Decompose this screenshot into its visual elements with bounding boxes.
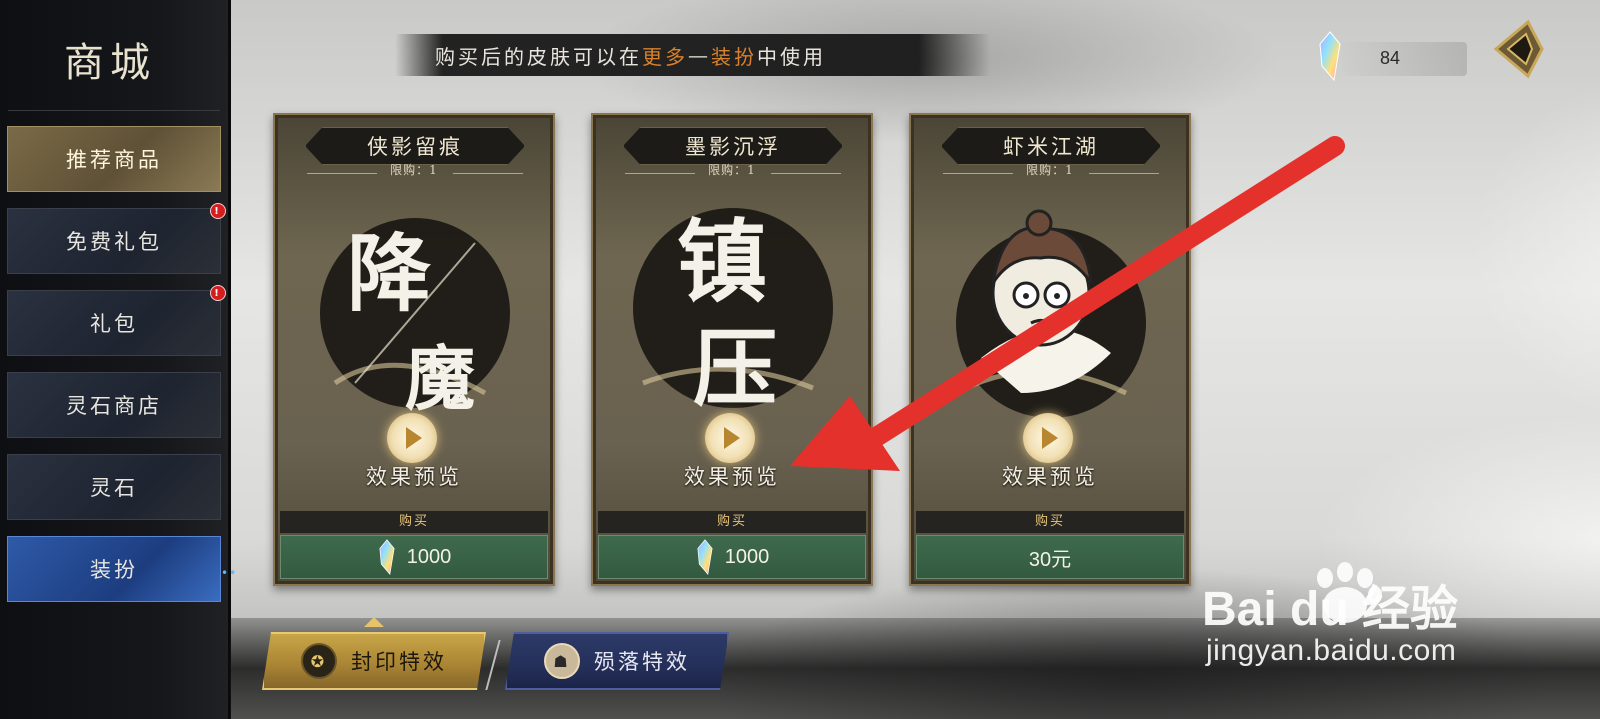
nav-item-label: 免费礼包 xyxy=(66,230,162,254)
tab-fallen-effect[interactable]: ☗ 殒落特效 xyxy=(505,632,729,690)
banner-highlight-costume: 装扮 xyxy=(711,44,757,69)
skin-art-descend-demon: 降 魔 xyxy=(320,218,510,420)
seal-icon: ✪ xyxy=(301,643,337,679)
sidebar: 商城 推荐商品 免费礼包 ! 礼包 ! 灵石商店 灵石 装扮 •• xyxy=(0,0,236,719)
spirit-stone-icon xyxy=(379,539,395,575)
card-title: 虾米江湖 xyxy=(941,127,1161,165)
play-preview-button[interactable] xyxy=(705,413,755,463)
shop-title: 商城 xyxy=(64,40,156,86)
skin-card: 侠影留痕 限购：1 降 魔 效果预览 购买 1000 xyxy=(273,113,555,586)
purchase-limit: 限购：1 xyxy=(1026,163,1074,177)
art-char: 压 xyxy=(693,319,777,418)
spirit-stone-icon xyxy=(697,539,713,575)
currency-display: 84 xyxy=(1319,31,1467,82)
watermark-brand: Bai du 经验 xyxy=(1202,583,1458,636)
art-char: 降 xyxy=(347,224,431,323)
nav-item-label: 礼包 xyxy=(90,312,138,336)
banner-suffix: 中使用 xyxy=(757,44,826,69)
skin-card: 虾米江湖 限购：1 效果预览 购买 30元 xyxy=(909,113,1191,586)
nav-item-label: 灵石商店 xyxy=(66,394,162,418)
buy-label: 购买 xyxy=(280,511,548,533)
art-char: 镇 xyxy=(677,209,767,315)
nav-item-recommended[interactable]: 推荐商品 xyxy=(7,126,221,192)
nav-item-free-gift[interactable]: 免费礼包 ! xyxy=(7,203,226,274)
nav-item-label: 灵石 xyxy=(90,476,138,500)
buy-button[interactable]: 30元 xyxy=(916,535,1184,579)
currency-box xyxy=(1342,42,1467,76)
play-preview-button[interactable] xyxy=(1023,413,1073,463)
price: 30元 xyxy=(1028,548,1072,571)
art-char: 魔 xyxy=(405,337,475,420)
buy-button[interactable]: 1000 xyxy=(598,535,866,579)
fallen-icon: ☗ xyxy=(544,643,580,679)
nav-item-label: 推荐商品 xyxy=(66,148,162,172)
currency-value: 84 xyxy=(1380,48,1401,68)
nav-item-spirit-stone[interactable]: 灵石 xyxy=(7,454,221,520)
alert-badge: ! xyxy=(210,285,226,301)
info-banner: 购买后的皮肤可以在 更多 — 装扮 中使用 xyxy=(395,34,990,76)
tab-label: 殒落特效 xyxy=(594,650,690,674)
tab-seal-effect[interactable]: ✪ 封印特效 xyxy=(262,632,486,690)
price: 1000 xyxy=(724,545,770,568)
nav-item-gift-pack[interactable]: 礼包 ! xyxy=(7,285,226,356)
banner-highlight-more: 更多 xyxy=(642,44,688,69)
title-divider xyxy=(8,110,220,111)
card-title: 墨影沉浮 xyxy=(623,127,843,165)
preview-label[interactable]: 效果预览 xyxy=(911,461,1189,491)
skin-art-shrimp-character xyxy=(956,209,1146,418)
buy-label: 购买 xyxy=(598,511,866,533)
purchase-limit: 限购：1 xyxy=(390,163,438,177)
nav-item-costume[interactable]: 装扮 xyxy=(7,536,221,602)
preview-label[interactable]: 效果预览 xyxy=(593,461,871,491)
baidu-watermark-logo: Bai du 经验 xyxy=(1202,562,1458,636)
purchase-limit: 限购：1 xyxy=(708,163,756,177)
preview-label[interactable]: 效果预览 xyxy=(275,461,553,491)
divider xyxy=(771,173,841,174)
card-title: 侠影留痕 xyxy=(305,127,525,165)
nav-item-label: 装扮 xyxy=(90,558,138,582)
banner-prefix: 购买后的皮肤可以在 xyxy=(435,44,642,69)
banner-dash: — xyxy=(688,43,711,67)
skin-art-suppress: 镇 压 xyxy=(633,208,833,418)
watermark-url: jingyan.baidu.com xyxy=(1206,634,1457,667)
back-arrow-icon[interactable] xyxy=(1488,18,1550,80)
nav-item-stone-shop[interactable]: 灵石商店 xyxy=(7,372,221,438)
active-tab-indicator xyxy=(364,617,384,627)
tab-label: 封印特效 xyxy=(351,650,447,674)
play-preview-button[interactable] xyxy=(387,413,437,463)
selected-indicator: •• xyxy=(221,566,238,580)
buy-button[interactable]: 1000 xyxy=(280,535,548,579)
divider xyxy=(1089,173,1159,174)
alert-badge: ! xyxy=(210,203,226,219)
divider xyxy=(453,173,523,174)
price: 1000 xyxy=(406,545,452,568)
skin-card: 墨影沉浮 限购：1 镇 压 效果预览 购买 1000 xyxy=(591,113,873,586)
buy-label: 购买 xyxy=(916,511,1184,533)
spirit-stone-icon xyxy=(1319,31,1341,82)
